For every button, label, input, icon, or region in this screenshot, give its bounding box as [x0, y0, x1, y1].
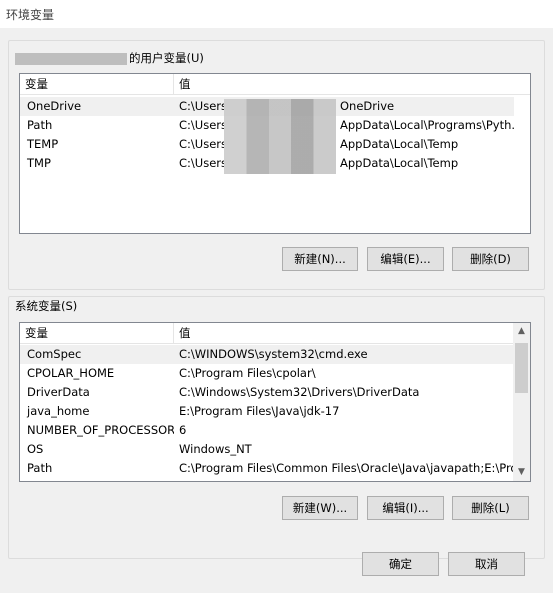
variable-name: CPOLAR_HOME [27, 366, 115, 380]
variable-value-prefix: C:\Users [179, 137, 224, 151]
user-new-button[interactable]: 新建(N)... [282, 247, 358, 271]
variable-name: Path [27, 118, 53, 132]
vertical-scrollbar[interactable]: ▲ ▼ [513, 323, 530, 481]
variable-name: TEMP [27, 137, 59, 151]
variable-value-suffix: AppData\Local\Temp [340, 156, 459, 170]
system-list-header: 变量 值 [20, 323, 513, 344]
table-row[interactable]: OS Windows_NT [20, 440, 513, 459]
scroll-up-icon[interactable]: ▲ [513, 323, 530, 340]
table-row[interactable]: NUMBER_OF_PROCESSORS 6 [20, 421, 513, 440]
variable-value-prefix: C:\Users [179, 156, 224, 170]
system-variables-label: 系统变量(S) [12, 298, 81, 314]
variable-value-suffix: AppData\Local\Temp [340, 137, 459, 151]
table-row[interactable]: Path C:\Program Files\Common Files\Oracl… [20, 459, 513, 478]
variable-name: ComSpec [27, 347, 82, 361]
column-header-value[interactable]: 值 [174, 74, 530, 94]
scroll-down-icon[interactable]: ▼ [513, 464, 530, 481]
variable-value: E:\Program Files\Java\jdk-17 [179, 404, 340, 418]
table-row[interactable]: DriverData C:\Windows\System32\Drivers\D… [20, 383, 513, 402]
variable-value: C:\Program Files\cpolar\ [179, 366, 316, 380]
variable-value-suffix: AppData\Local\Programs\Pyth... [340, 118, 515, 132]
redacted-username-block [224, 99, 336, 174]
variable-value: 6 [179, 423, 187, 437]
system-delete-button[interactable]: 删除(L) [452, 496, 529, 520]
variable-value: C:\WINDOWS\system32\cmd.exe [179, 347, 368, 361]
table-row[interactable]: CPOLAR_HOME C:\Program Files\cpolar\ [20, 364, 513, 383]
user-variables-label: 的用户变量(U) [12, 50, 207, 66]
user-list-header: 变量 值 [20, 74, 530, 95]
variable-value: Windows_NT [179, 442, 252, 456]
variable-name: java_home [27, 404, 90, 418]
redacted-username [15, 52, 127, 65]
variable-value-prefix: C:\Users [179, 99, 224, 113]
variable-value: C:\Program Files\Common Files\Oracle\Jav… [179, 461, 513, 475]
user-variables-list[interactable]: 变量 值 OneDrive C:\Users OneDrive Path C:\… [19, 73, 531, 234]
dialog-body: 的用户变量(U) 变量 值 OneDrive C:\Users OneDrive… [0, 28, 553, 593]
ok-button[interactable]: 确定 [362, 552, 439, 576]
scroll-thumb[interactable] [515, 343, 528, 393]
table-row[interactable]: java_home E:\Program Files\Java\jdk-17 [20, 402, 513, 421]
variable-name: Path [27, 461, 53, 475]
variable-value-suffix: OneDrive [340, 99, 395, 113]
variable-value: C:\Windows\System32\Drivers\DriverData [179, 385, 420, 399]
system-variables-list[interactable]: 变量 值 ComSpec C:\WINDOWS\system32\cmd.exe… [19, 322, 531, 482]
user-delete-button[interactable]: 删除(D) [452, 247, 529, 271]
variable-value-prefix: C:\Users [179, 118, 224, 132]
cancel-button[interactable]: 取消 [448, 552, 525, 576]
variable-name: NUMBER_OF_PROCESSORS [27, 423, 174, 437]
table-row[interactable]: ComSpec C:\WINDOWS\system32\cmd.exe [20, 345, 513, 364]
user-edit-button[interactable]: 编辑(E)... [367, 247, 444, 271]
variable-name: DriverData [27, 385, 90, 399]
variable-name: OneDrive [27, 99, 82, 113]
variable-name: OS [27, 442, 44, 456]
title-bar: 环境变量 [0, 0, 553, 28]
column-header-name[interactable]: 变量 [20, 74, 173, 94]
system-new-button[interactable]: 新建(W)... [282, 496, 358, 520]
window-title: 环境变量 [6, 8, 55, 22]
column-header-value[interactable]: 值 [174, 323, 513, 343]
column-header-name[interactable]: 变量 [20, 323, 173, 343]
variable-name: TMP [27, 156, 51, 170]
system-edit-button[interactable]: 编辑(I)... [367, 496, 444, 520]
